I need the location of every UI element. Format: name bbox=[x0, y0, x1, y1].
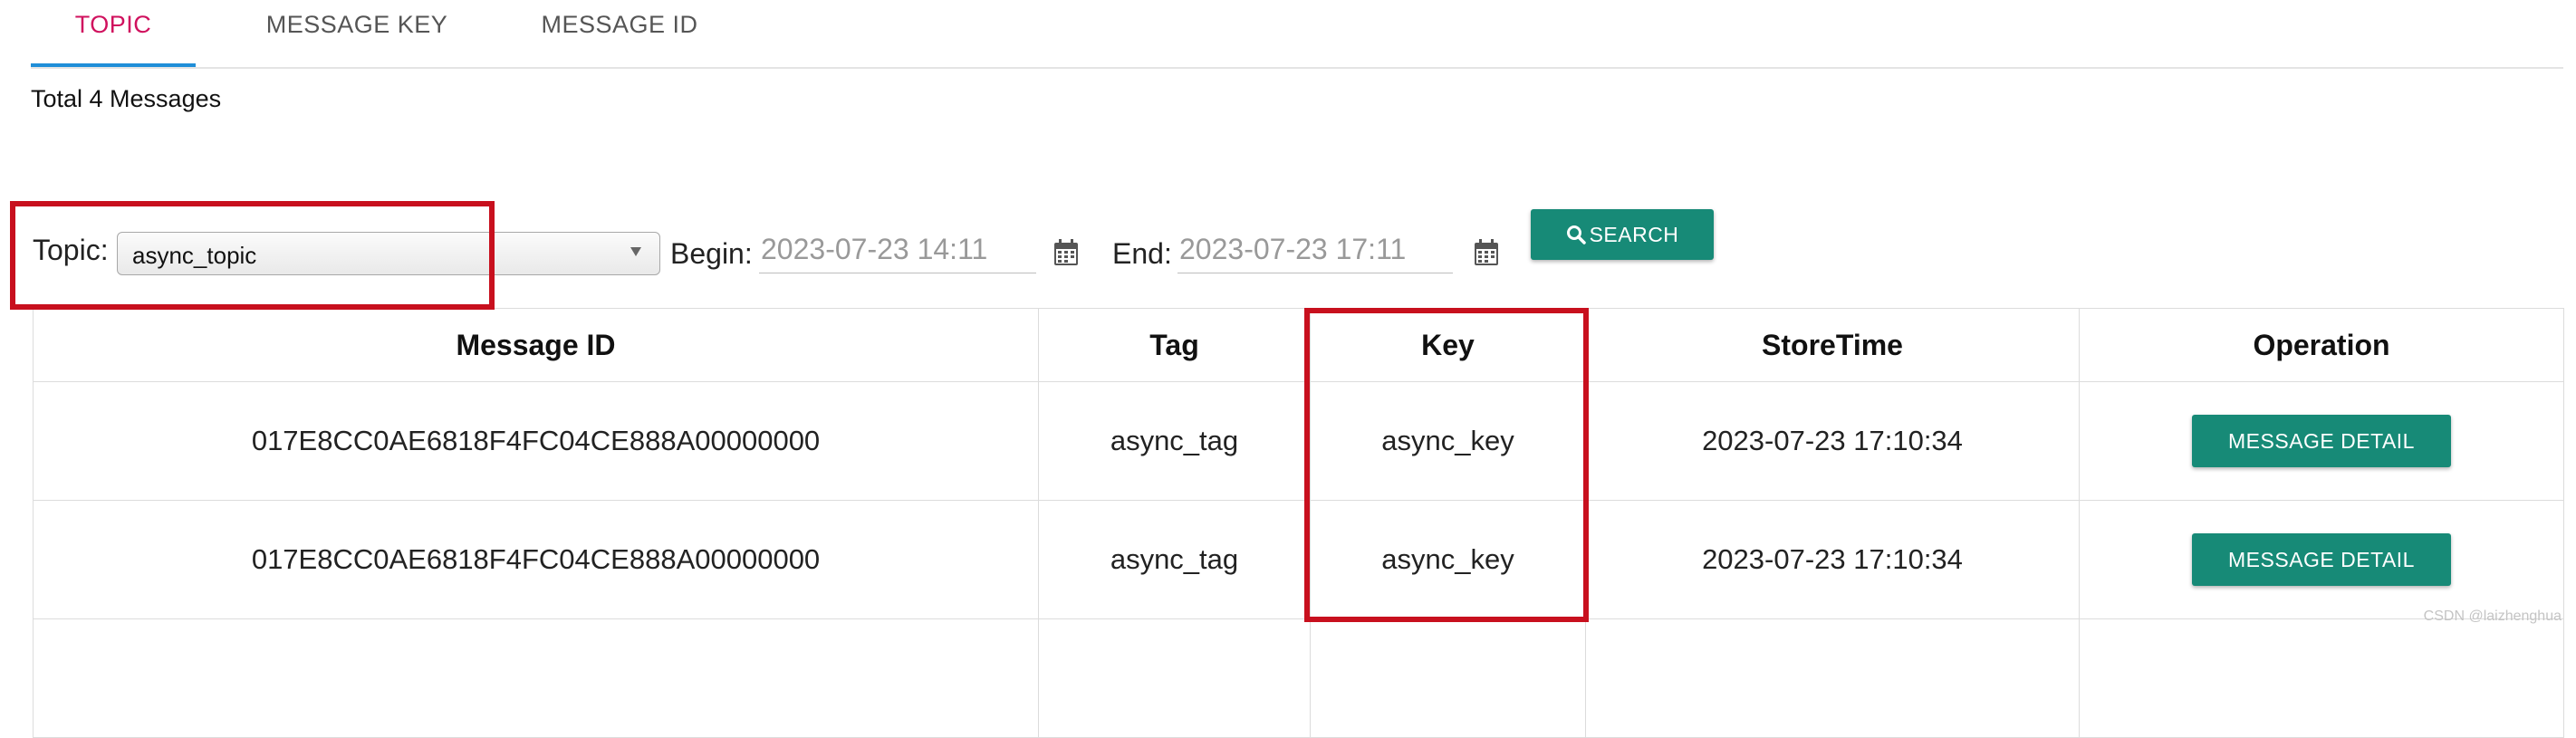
begin-label: Begin: bbox=[670, 237, 753, 270]
table-row: 017E8CC0AE6818F4FC04CE888A00000000 async… bbox=[33, 500, 2564, 619]
tab-bar: TOPIC MESSAGE KEY MESSAGE ID bbox=[31, 0, 2563, 67]
key-cell: async_key bbox=[1310, 381, 1586, 501]
calendar-icon[interactable] bbox=[1474, 239, 1499, 266]
table-row: 017E8CC0AE6818F4FC04CE888A00000000 async… bbox=[33, 381, 2564, 501]
tab-message-key[interactable]: MESSAGE KEY bbox=[230, 0, 484, 65]
tab-topic[interactable]: TOPIC bbox=[31, 0, 196, 65]
message-detail-button[interactable]: MESSAGE DETAIL bbox=[2192, 415, 2451, 467]
tag-cell: async_tag bbox=[1038, 500, 1311, 619]
message-id-cell: 017E8CC0AE6818F4FC04CE888A00000000 bbox=[33, 500, 1039, 619]
begin-date-input[interactable] bbox=[759, 226, 1036, 273]
messages-table: Message ID Tag Key StoreTime Operation 0… bbox=[33, 308, 2564, 738]
tag-cell: async_tag bbox=[1038, 381, 1311, 501]
table-header-row: Message ID Tag Key StoreTime Operation bbox=[33, 308, 2564, 382]
column-header-store-time: StoreTime bbox=[1585, 308, 2080, 382]
column-header-key: Key bbox=[1310, 308, 1586, 382]
column-header-operation: Operation bbox=[2079, 308, 2564, 382]
topic-select[interactable]: async_topic bbox=[117, 232, 660, 275]
search-button[interactable]: SEARCH bbox=[1531, 209, 1714, 260]
topic-select-value: async_topic bbox=[132, 242, 257, 269]
message-detail-button[interactable]: MESSAGE DETAIL bbox=[2192, 533, 2451, 586]
key-cell: async_key bbox=[1310, 500, 1586, 619]
store-time-cell: 2023-07-23 17:10:34 bbox=[1585, 500, 2080, 619]
end-date-input[interactable] bbox=[1177, 226, 1453, 273]
tabs-divider bbox=[31, 67, 2563, 69]
store-time-cell: 2023-07-23 17:10:34 bbox=[1585, 381, 2080, 501]
dropdown-caret-icon bbox=[630, 247, 641, 256]
message-id-cell: 017E8CC0AE6818F4FC04CE888A00000000 bbox=[33, 381, 1039, 501]
operation-cell: MESSAGE DETAIL bbox=[2079, 500, 2564, 619]
watermark: CSDN @laizhenghua bbox=[2423, 609, 2562, 624]
topic-label: Topic: bbox=[33, 234, 109, 266]
operation-cell: MESSAGE DETAIL bbox=[2079, 381, 2564, 501]
column-header-tag: Tag bbox=[1038, 308, 1311, 382]
search-icon bbox=[1566, 225, 1586, 244]
table-row-partial bbox=[33, 618, 2564, 738]
search-button-label: SEARCH bbox=[1589, 222, 1679, 246]
calendar-icon[interactable] bbox=[1053, 239, 1079, 266]
column-header-message-id: Message ID bbox=[33, 308, 1039, 382]
end-label: End: bbox=[1112, 237, 1172, 270]
total-messages-text: Total 4 Messages bbox=[31, 85, 222, 112]
tab-message-id[interactable]: MESSAGE ID bbox=[502, 0, 737, 65]
